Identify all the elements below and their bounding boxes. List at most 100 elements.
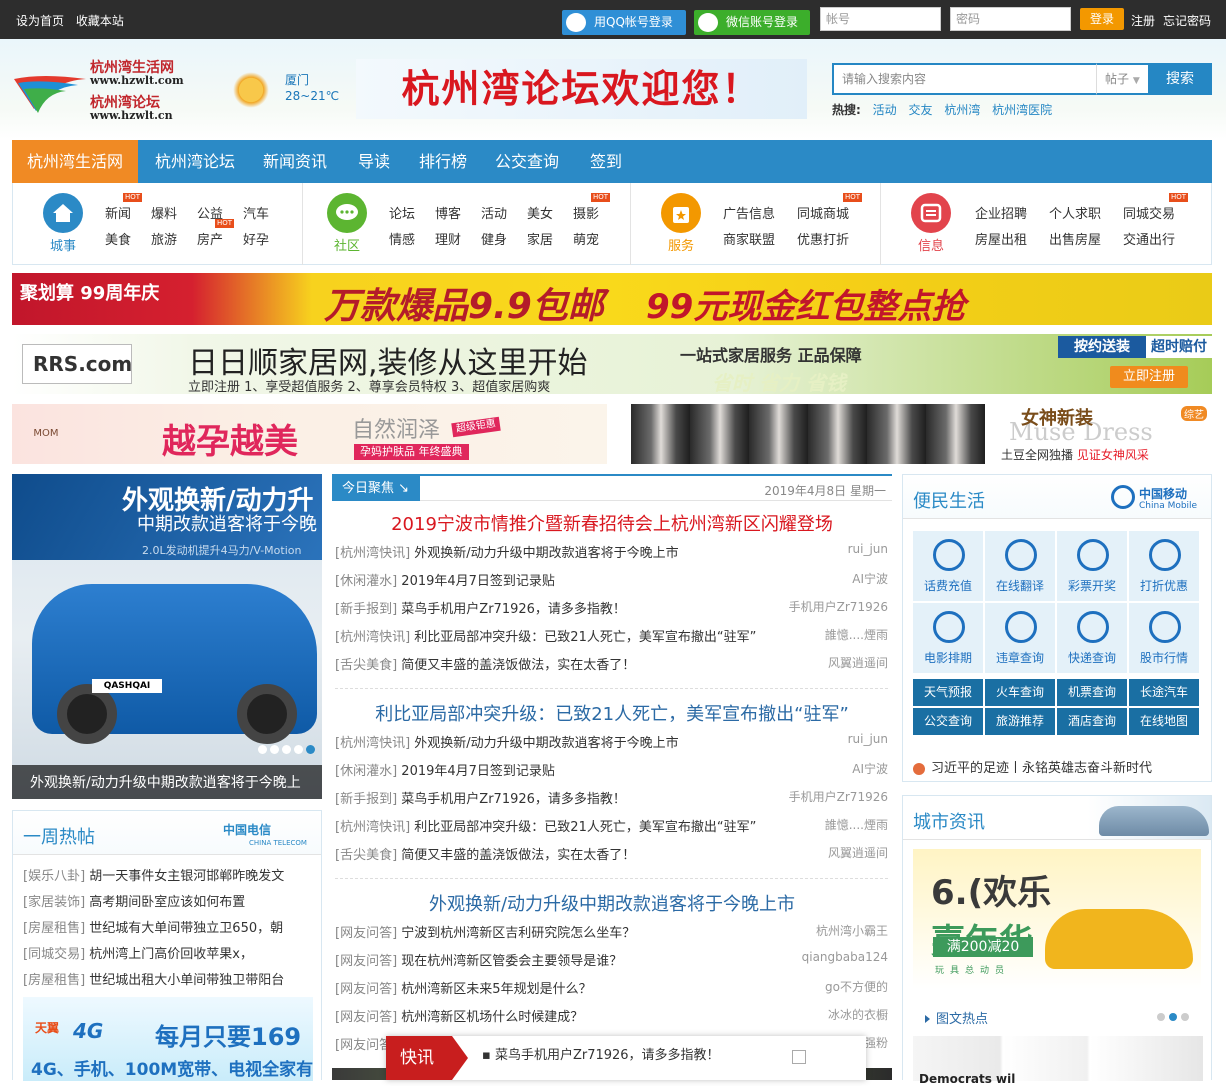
rrs-banner[interactable]: RRS.com 日日顺家居网,装修从这里开始 立即注册 1、享受超值服务 2、尊… <box>12 334 1212 394</box>
nav-item-ranking[interactable]: 排行榜 <box>410 140 476 183</box>
rrs-register-button[interactable]: 立即注册 <box>1110 366 1188 388</box>
news-row[interactable]: [网友问答] 宁波到杭州湾新区吉利研究院怎么坐车？ 杭州湾小霸王 <box>335 922 888 942</box>
thumbnail-strip[interactable]: Democrats wil <box>913 1036 1203 1086</box>
news-author[interactable]: 杭州湾小霸王 <box>816 922 888 939</box>
bag-icon[interactable] <box>661 193 701 233</box>
category-link[interactable]: 美食 <box>105 229 131 248</box>
category-link[interactable]: 摄影 <box>573 203 599 222</box>
hot-search-link[interactable]: 交友 <box>908 103 932 117</box>
slider-dot-active[interactable] <box>1169 1013 1177 1021</box>
footer-link[interactable]: 习近平的足迹丨永铭英雄志奋斗新时代 <box>913 757 1152 776</box>
password-input[interactable]: 密码 <box>950 7 1071 31</box>
news-row[interactable]: [舌尖美食] 简便又丰盛的盖浇饭做法，实在太香了！ 风翼逍遥间 <box>335 654 888 674</box>
news-author[interactable]: rui_jun <box>848 732 888 746</box>
search-scope-select[interactable]: 帖子 ▼ <box>1096 63 1148 95</box>
category-link[interactable]: 交通出行 <box>1123 229 1175 248</box>
news-row[interactable]: [杭州湾快讯] 外观换新/动力升级中期改款逍客将于今晚上市 rui_jun <box>335 732 888 752</box>
service-tile[interactable]: 快递查询 <box>1057 603 1127 673</box>
qq-login-button[interactable]: 用QQ帐号登录 <box>562 10 686 35</box>
category-link[interactable]: 汽车 <box>243 203 269 222</box>
news-row[interactable]: [休闲灌水] 2019年4月7日签到记录贴 AI宁波 <box>335 760 888 780</box>
nav-item-news[interactable]: 新闻资讯 <box>252 140 338 183</box>
category-link[interactable]: 优惠打折 <box>797 229 849 248</box>
category-link[interactable]: 广告信息 <box>723 203 775 222</box>
list-item[interactable]: [房屋租售] 世纪城出租大小单间带独卫带阳台 <box>23 969 318 988</box>
account-input[interactable]: 帐号 <box>820 7 941 31</box>
register-link[interactable]: 注册 <box>1131 12 1155 29</box>
news-author[interactable]: 誰憶....煙雨 <box>825 816 888 833</box>
category-link[interactable]: 出售房屋 <box>1049 229 1101 248</box>
slider-dot-active[interactable] <box>306 745 315 754</box>
service-button[interactable]: 酒店查询 <box>1057 708 1127 735</box>
service-tile[interactable]: 彩票开奖 <box>1057 531 1127 601</box>
list-item[interactable]: [家居装饰] 高考期间卧室应该如何布置 <box>23 891 318 910</box>
category-link[interactable]: 房产 <box>197 229 223 248</box>
hot-search-link[interactable]: 杭州湾 <box>944 103 980 117</box>
service-tile[interactable]: 电影排期 <box>913 603 983 673</box>
news-row[interactable]: [杭州湾快讯] 利比亚局部冲突升级：已致21人死亡，美军宣布撤出“驻军” 誰憶..… <box>335 626 888 646</box>
slider-dot[interactable] <box>294 745 303 754</box>
list-item[interactable]: [房屋租售] 世纪城有大单间带独立卫650，朝 <box>23 917 318 936</box>
category-link[interactable]: 个人求职 <box>1049 203 1101 222</box>
news-row[interactable]: [网友问答] 现在杭州湾新区管委会主要领导是谁？ qiangbaba124 <box>335 950 888 970</box>
category-title[interactable]: 信息 <box>911 235 951 254</box>
set-home-link[interactable]: 设为首页 <box>16 14 64 28</box>
category-link[interactable]: 健身 <box>481 229 507 248</box>
bookmark-link[interactable]: 收藏本站 <box>76 14 124 28</box>
category-link[interactable]: 同城交易 <box>1123 203 1175 222</box>
chat-icon[interactable] <box>327 193 367 233</box>
slider-dot[interactable] <box>1157 1013 1165 1021</box>
slider-dot[interactable] <box>282 745 291 754</box>
nav-item-forum[interactable]: 杭州湾论坛 <box>142 140 248 183</box>
nav-item-bus[interactable]: 公交查询 <box>484 140 570 183</box>
service-tile[interactable]: 股市行情 <box>1129 603 1199 673</box>
message-icon[interactable] <box>911 193 951 233</box>
news-author[interactable]: go不方便的 <box>825 978 888 995</box>
category-link[interactable]: 新闻 <box>105 203 131 222</box>
category-link[interactable]: 博客 <box>435 203 461 222</box>
news-author[interactable]: AI宁波 <box>852 760 888 777</box>
category-link[interactable]: 商家联盟 <box>723 229 775 248</box>
news-row[interactable]: [新手报到] 菜鸟手机用户Zr71926，请多多指教！ 手机用户Zr71926 <box>335 598 888 618</box>
muse-dress-banner[interactable]: Muse Dress 女神新装 土豆全网独播 见证女神风采 综艺 <box>617 404 1212 464</box>
service-tile[interactable]: 在线翻译 <box>985 531 1055 601</box>
momface-banner[interactable]: MOM FACE 越孕越美 自然润泽 孕妈护肤品 年终盛典 超级钜惠 <box>12 404 607 464</box>
service-tile[interactable]: 话费充值 <box>913 531 983 601</box>
service-button[interactable]: 天气预报 <box>913 679 983 706</box>
nav-item-life[interactable]: 杭州湾生活网 <box>12 140 138 183</box>
hot-search-link[interactable]: 活动 <box>873 103 897 117</box>
search-button[interactable]: 搜索 <box>1148 63 1212 95</box>
news-row[interactable]: [舌尖美食] 简便又丰盛的盖浇饭做法，实在太香了！ 风翼逍遥间 <box>335 844 888 864</box>
news-author[interactable]: 风翼逍遥间 <box>828 844 888 861</box>
category-link[interactable]: 房屋出租 <box>975 229 1027 248</box>
slide-caption[interactable]: 外观换新/动力升级中期改款逍客将于今晚上 <box>30 772 301 792</box>
telecom-ad[interactable]: 天翼 4G 每月只要169 4G、手机、100M宽带、电视全家有 <box>23 997 313 1081</box>
category-link[interactable]: 企业招聘 <box>975 203 1027 222</box>
image-slider[interactable]: 外观换新/动力升 中期改款逍客将于今晚 2.0L发动机提升4马力/V-Motio… <box>12 474 322 799</box>
service-button[interactable]: 旅游推荐 <box>985 708 1055 735</box>
juhuasuan-banner[interactable]: 聚划算 99周年庆 万款爆品9.9包邮 99元现金红包整点抢 <box>12 273 1212 325</box>
service-button[interactable]: 在线地图 <box>1129 708 1199 735</box>
slider-dot[interactable] <box>258 745 267 754</box>
category-link[interactable]: 爆料 <box>151 203 177 222</box>
service-button[interactable]: 机票查询 <box>1057 679 1127 706</box>
house-icon[interactable] <box>43 193 83 233</box>
news-author[interactable]: rui_jun <box>848 542 888 556</box>
category-link[interactable]: 活动 <box>481 203 507 222</box>
list-item[interactable]: [娱乐八卦] 胡一天事件女主银河邯郸昨晚发文 <box>23 865 318 884</box>
news-row[interactable]: [杭州湾快讯] 利比亚局部冲突升级：已致21人死亡，美军宣布撤出“驻军” 誰憶..… <box>335 816 888 836</box>
list-item[interactable]: [同城交易] 杭州湾上门高价回收苹果x， <box>23 943 318 962</box>
nav-item-checkin[interactable]: 签到 <box>578 140 634 183</box>
news-row[interactable]: [休闲灌水] 2019年4月7日签到记录贴 AI宁波 <box>335 570 888 590</box>
slider-dot[interactable] <box>270 745 279 754</box>
nav-item-guide[interactable]: 导读 <box>346 140 402 183</box>
category-link[interactable]: 同城商城 <box>797 203 849 222</box>
service-tile[interactable]: 违章查询 <box>985 603 1055 673</box>
search-input[interactable]: 请输入搜索内容 <box>832 63 1096 95</box>
news-author[interactable]: 手机用户Zr71926 <box>789 598 888 615</box>
category-link[interactable]: 萌宠 <box>573 229 599 248</box>
wechat-login-button[interactable]: 微信账号登录 <box>694 10 810 35</box>
category-title[interactable]: 服务 <box>661 235 701 254</box>
carnival-image[interactable]: 6.(欢乐嘉年华 满200减20 玩具总动员 <box>913 849 1201 989</box>
news-author[interactable]: 风翼逍遥间 <box>828 654 888 671</box>
